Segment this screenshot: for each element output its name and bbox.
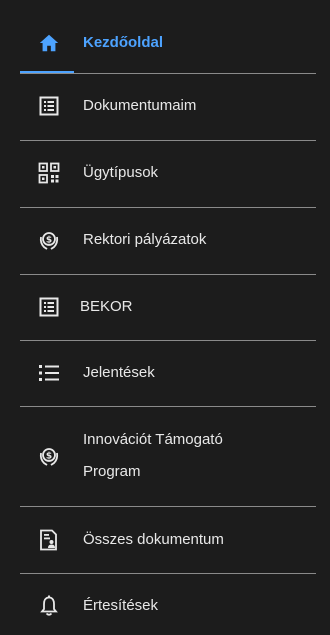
bullet-list-icon	[38, 362, 60, 384]
nav-item-osszes-dokumentum[interactable]: Összes dokumentum	[20, 522, 316, 558]
divider	[20, 207, 316, 208]
nav-item-label-line1: Innovációt Támogató	[83, 431, 223, 448]
nav-item-label: Összes dokumentum	[83, 531, 224, 548]
nav-item-label-line2: Program	[83, 463, 141, 480]
nav-item-label: Kezdőoldal	[83, 34, 164, 51]
nav-item-bekor[interactable]: BEKOR	[20, 289, 316, 325]
nav-item-label: Ügytípusok	[83, 164, 159, 181]
nav-item-label: BEKOR	[80, 298, 133, 315]
qr-code-icon	[38, 162, 60, 184]
divider	[20, 73, 316, 74]
svg-text:$: $	[46, 452, 52, 462]
nav-item-label: Rektori pályázatok	[83, 231, 207, 248]
nav-item-label: Dokumentumaim	[83, 97, 197, 114]
divider	[20, 140, 316, 141]
nav-item-label: Jelentések	[83, 364, 155, 381]
divider	[20, 506, 316, 507]
divider	[20, 406, 316, 407]
nav-item-rektori-palyazatok[interactable]: $ Rektori pályázatok	[20, 222, 316, 258]
svg-text:$: $	[46, 236, 52, 246]
nav-item-ertesitesek[interactable]: Értesítések	[20, 588, 316, 624]
nav-item-jelentesek[interactable]: Jelentések	[20, 355, 316, 391]
nav-item-label: Értesítések	[83, 597, 159, 614]
nav-item-ugytipusok[interactable]: Ügytípusok	[20, 155, 316, 191]
nav-item-dokumentumaim[interactable]: Dokumentumaim	[20, 88, 316, 124]
list-document-icon	[38, 296, 60, 318]
money-hand-icon: $	[38, 229, 60, 251]
home-icon	[38, 32, 60, 54]
nav-item-innovaciot-tamogato-program[interactable]: $ Innovációt Támogató Program	[20, 420, 316, 492]
document-user-icon	[38, 529, 60, 551]
sidebar-nav: Kezdőoldal Dokumentumaim Ügytípusok $ Re…	[0, 0, 330, 635]
nav-item-home[interactable]: Kezdőoldal	[20, 25, 316, 61]
bell-icon	[38, 595, 60, 617]
divider	[20, 573, 316, 574]
money-hand-icon: $	[38, 445, 60, 467]
divider	[20, 340, 316, 341]
list-document-icon	[38, 95, 60, 117]
divider	[20, 274, 316, 275]
